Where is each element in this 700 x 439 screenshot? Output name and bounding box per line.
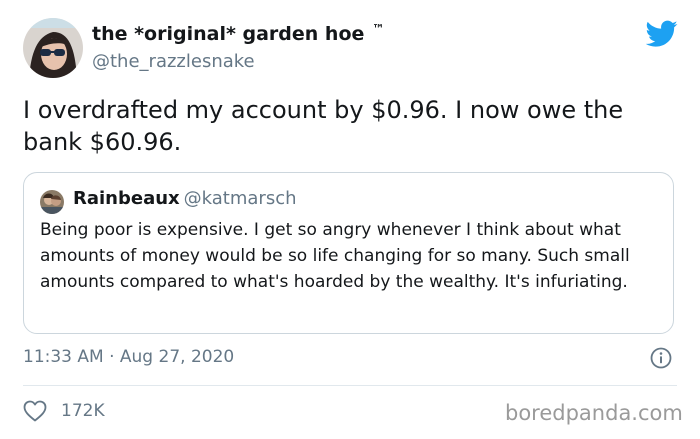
tweet-timestamp[interactable]: 11:33 AM · Aug 27, 2020 [23,347,234,367]
divider [23,385,677,386]
display-name-text: the *original* garden hoe [92,23,365,45]
quoted-author[interactable]: Rainbeaux @katmarsch [73,188,297,209]
author-handle[interactable]: @the_razzlesnake [92,51,255,72]
twitter-bird-icon[interactable] [646,20,678,48]
watermark: boredpanda.com [505,401,683,425]
like-button[interactable]: 172K [23,399,105,423]
author-display-name[interactable]: the *original* garden hoe ™ [92,22,384,45]
heart-icon [23,400,47,422]
like-count: 172K [61,401,105,421]
avatar-image [23,18,83,78]
quoted-author-handle: @katmarsch [183,188,297,209]
info-icon[interactable] [650,347,672,369]
tweet-text: I overdrafted my account by $0.96. I now… [23,96,624,156]
quoted-author-avatar [40,190,64,214]
quoted-tweet-card[interactable]: Rainbeaux @katmarsch Being poor is expens… [23,172,674,334]
quoted-tweet-text: Being poor is expensive. I get so angry … [40,220,630,292]
trademark-symbol: ™ [372,22,385,36]
quoted-author-name: Rainbeaux [73,188,180,209]
author-avatar[interactable] [23,18,83,78]
quoted-avatar-image [40,190,64,214]
